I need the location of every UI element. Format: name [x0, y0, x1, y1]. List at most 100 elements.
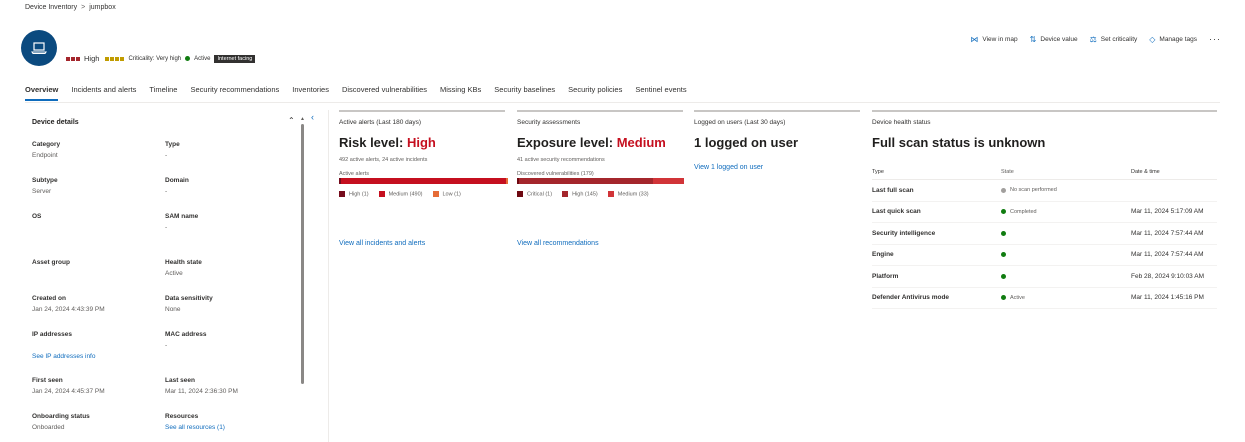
resources-label: Resources — [165, 413, 199, 420]
table-row: Security intelligence Mar 11, 2024 7:57:4… — [872, 223, 1217, 245]
risk-level-bars — [66, 56, 80, 61]
risk-level-value: High — [406, 135, 436, 150]
column-date-time[interactable]: Date & time — [1131, 169, 1217, 175]
breadcrumb-device-inventory[interactable]: Device Inventory — [25, 4, 77, 11]
health-table-header: Type State Date & time — [872, 164, 1217, 180]
field-last-seen: Last seen Mar 11, 2024 2:36:30 PM — [165, 377, 285, 395]
status-dot — [1001, 209, 1006, 215]
card-topline — [517, 110, 683, 112]
tab-inventories[interactable]: Inventories — [292, 85, 329, 101]
onboarding-status-label: Onboarding status — [32, 413, 90, 420]
manage-tags-button[interactable]: ◇ Manage tags — [1149, 35, 1197, 44]
security-assessments-card: Security assessments Exposure level: Med… — [517, 110, 685, 260]
view-all-recommendations-link[interactable]: View all recommendations — [517, 240, 599, 247]
view-logged-on-user-link[interactable]: View 1 logged on user — [694, 164, 763, 171]
health-state-text: Completed — [1010, 208, 1037, 215]
tab-timeline[interactable]: Timeline — [149, 85, 177, 101]
health-type: Defender Antivirus mode — [872, 294, 950, 302]
view-all-incidents-link[interactable]: View all incidents and alerts — [339, 240, 425, 247]
column-state[interactable]: State — [1001, 169, 1131, 175]
set-criticality-button[interactable]: ⚖ Set criticality — [1090, 35, 1138, 44]
tab-sentinel-events[interactable]: Sentinel events — [635, 85, 686, 101]
domain-label: Domain — [165, 177, 189, 184]
active-alerts-summary: 492 active alerts, 24 active incidents — [339, 157, 428, 163]
see-ip-addresses-link[interactable]: See IP addresses info — [32, 353, 152, 360]
status-dot — [1001, 230, 1006, 236]
tab-incidents-and-alerts[interactable]: Incidents and alerts — [71, 85, 136, 101]
field-subtype: Subtype Server — [32, 177, 152, 195]
tab-overview[interactable]: Overview — [25, 85, 59, 101]
pane-divider — [328, 110, 329, 442]
collapse-chevron-icon[interactable]: ⌃ — [288, 116, 295, 125]
legend-high-label: High (145) — [572, 191, 598, 198]
legend-critical-label: Critical (1) — [527, 191, 553, 198]
table-row: Last full scan No scan performed — [872, 180, 1217, 202]
subtype-label: Subtype — [32, 177, 58, 184]
vulnerabilities-legend: Critical (1) High (145) Medium (33) — [517, 191, 683, 197]
mac-address-value: - — [165, 342, 168, 349]
health-state: Active — [1001, 295, 1131, 301]
status-dot — [1001, 187, 1006, 193]
field-data-sensitivity: Data sensitivity None — [165, 295, 285, 313]
active-alerts-card: Active alerts (Last 180 days) Risk level… — [339, 110, 509, 260]
see-all-resources-link[interactable]: See all resources (1) — [165, 424, 285, 431]
bar-segment — [653, 178, 685, 184]
more-options-icon[interactable]: ··· — [1209, 34, 1221, 44]
breadcrumb: Device Inventory > jumpbox — [25, 4, 116, 11]
field-sam-name: SAM name - — [165, 213, 285, 231]
data-sensitivity-label: Data sensitivity — [165, 295, 213, 302]
active-alerts-bar — [339, 178, 509, 184]
field-os: OS — [32, 213, 152, 220]
vulnerabilities-bar — [517, 178, 685, 184]
device-value-button[interactable]: ⇅ Device value — [1030, 35, 1078, 44]
exposure-level-value: Medium — [616, 135, 666, 150]
column-type[interactable]: Type — [872, 169, 1001, 175]
device-meta-row: High Criticality: Very high Active Inter… — [66, 54, 256, 63]
exposure-level-title: Exposure level: Medium — [517, 135, 683, 150]
mac-address-label: MAC address — [165, 331, 207, 338]
field-first-seen: First seen Jan 24, 2024 4:45:37 PM — [32, 377, 152, 395]
device-details-panel: Device details ⌃ ▲ Category Endpoint Typ… — [25, 110, 307, 442]
health-state: No scan performed — [1001, 187, 1131, 193]
health-date: Mar 11, 2024 1:45:16 PM — [1131, 294, 1204, 302]
type-label: Type — [165, 141, 180, 148]
onboarding-status-value: Onboarded — [32, 424, 65, 431]
security-recommendations-summary: 41 active security recommendations — [517, 157, 605, 163]
os-label: OS — [32, 213, 42, 220]
sam-name-label: SAM name — [165, 213, 199, 220]
legend-item-high: High (145) — [562, 191, 598, 197]
card-topline — [872, 110, 1217, 112]
tab-security-recommendations[interactable]: Security recommendations — [190, 85, 279, 101]
device-avatar — [21, 30, 57, 66]
collapse-pane-icon[interactable]: ‹ — [311, 112, 314, 122]
table-row: Last quick scan Completed Mar 11, 2024 5:1… — [872, 202, 1217, 223]
health-type: Platform — [872, 272, 899, 280]
sam-name-value: - — [165, 224, 168, 231]
bar-segment — [506, 178, 509, 184]
legend-high-label: High (1) — [349, 191, 369, 198]
health-state-text: Active — [1010, 294, 1025, 301]
tab-missing-kbs[interactable]: Missing KBs — [440, 85, 481, 101]
active-alerts-bar-label: Active alerts — [339, 171, 369, 177]
legend-medium-label: Medium (490) — [388, 191, 423, 198]
health-type: Engine — [872, 251, 894, 259]
device-value-label: Device value — [1040, 35, 1078, 43]
tab-discovered-vulnerabilities[interactable]: Discovered vulnerabilities — [342, 85, 427, 101]
tab-security-policies[interactable]: Security policies — [568, 85, 622, 101]
last-seen-value: Mar 11, 2024 2:36:30 PM — [165, 388, 238, 395]
breadcrumb-separator: > — [81, 4, 86, 11]
manage-tags-label: Manage tags — [1159, 35, 1197, 43]
details-scrollbar[interactable] — [301, 124, 304, 384]
field-category: Category Endpoint — [32, 141, 152, 159]
tabs-divider — [25, 102, 1220, 103]
tab-security-baselines[interactable]: Security baselines — [494, 85, 555, 101]
security-assessments-label: Security assessments — [517, 119, 581, 126]
view-in-map-button[interactable]: ⋈ View in map — [970, 35, 1017, 44]
first-seen-label: First seen — [32, 377, 63, 384]
bar-segment — [340, 178, 507, 184]
field-ip-addresses: IP addresses See IP addresses info — [32, 331, 152, 360]
status-dot — [1001, 295, 1006, 301]
criticality-bars — [105, 56, 125, 61]
active-status-dot — [185, 56, 191, 61]
scroll-up-icon[interactable]: ▲ — [300, 116, 305, 122]
